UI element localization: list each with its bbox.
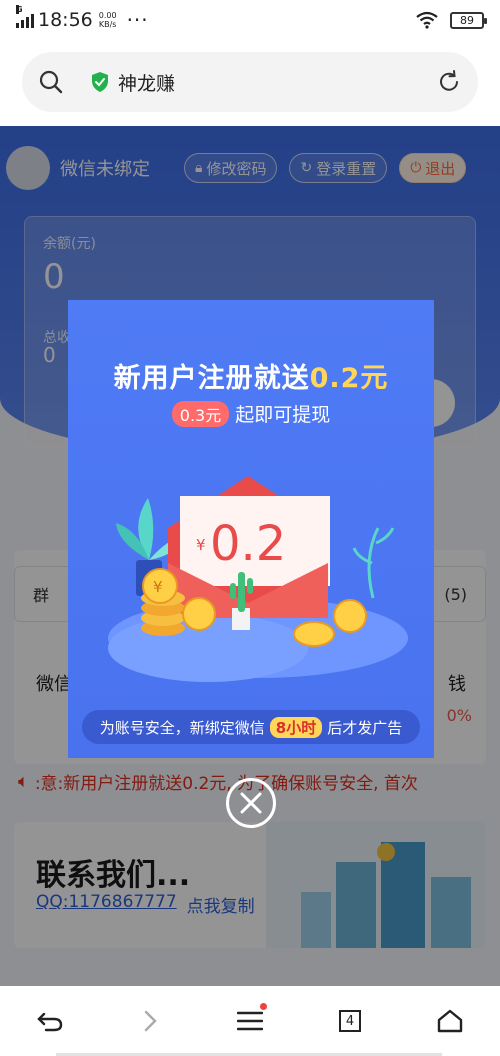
tabs-button[interactable]: 4 (320, 991, 380, 1051)
modal-notice-suffix: 后才发广告 (327, 718, 403, 737)
address-bar[interactable]: 神龙赚 (22, 52, 478, 112)
envelope-amount: 0.2 (210, 516, 286, 572)
status-bar: G 18:56 0.00 KB/s ··· 89 (0, 0, 500, 40)
modal-notice: 为账号安全，新绑定微信 8小时 后才发广告 (82, 710, 420, 744)
net-speed-unit: KB/s (98, 20, 117, 29)
wifi-icon (416, 11, 438, 29)
tab-count: 4 (339, 1010, 361, 1032)
modal-subtitle: 0.3元 起即可提现 (68, 400, 434, 427)
notification-dot (260, 1003, 267, 1010)
more-notifications: ··· (126, 8, 149, 32)
red-envelope-illustration: ¥ 0.2 ¥ (108, 476, 408, 682)
close-button[interactable] (226, 778, 276, 828)
signal-icon: G (16, 5, 34, 28)
site-title: 神龙赚 (118, 72, 176, 95)
forward-icon (144, 1010, 157, 1032)
reload-icon[interactable] (436, 69, 462, 95)
net-speed-value: 0.00 (98, 11, 117, 20)
back-icon (37, 1012, 63, 1032)
menu-button[interactable] (220, 991, 280, 1051)
close-icon (240, 792, 262, 814)
home-icon (437, 1009, 463, 1033)
forward-button[interactable] (120, 991, 180, 1051)
modal-notice-prefix: 为账号安全，新绑定微信 (99, 718, 265, 737)
threshold-tag: 0.3元 (171, 400, 230, 427)
modal-title-amount: 0.2元 (309, 363, 389, 394)
threshold-text: 起即可提现 (235, 404, 331, 426)
envelope-currency: ¥ (196, 536, 206, 554)
net-speed: 0.00 KB/s (99, 11, 117, 29)
clock: 18:56 (38, 9, 93, 31)
shield-check-icon (92, 72, 108, 92)
promo-modal[interactable]: 新用户注册就送0.2元 0.3元 起即可提现 ¥ 0.2 ¥ 为账号安全，新绑定… (68, 300, 434, 758)
modal-title: 新用户注册就送0.2元 (68, 356, 434, 395)
menu-icon (237, 1011, 263, 1031)
browser-bottom-nav: 4 (0, 986, 500, 1056)
battery-icon: 89 (450, 11, 487, 29)
back-button[interactable] (20, 991, 80, 1051)
coin-symbol: ¥ (153, 578, 163, 596)
modal-title-prefix: 新用户注册就送 (113, 363, 310, 394)
home-button[interactable] (420, 991, 480, 1051)
search-icon[interactable] (38, 69, 64, 95)
signal-type-label: G (16, 5, 23, 14)
modal-notice-tag: 8小时 (269, 716, 323, 738)
browser-toolbar: 神龙赚 (0, 40, 500, 126)
